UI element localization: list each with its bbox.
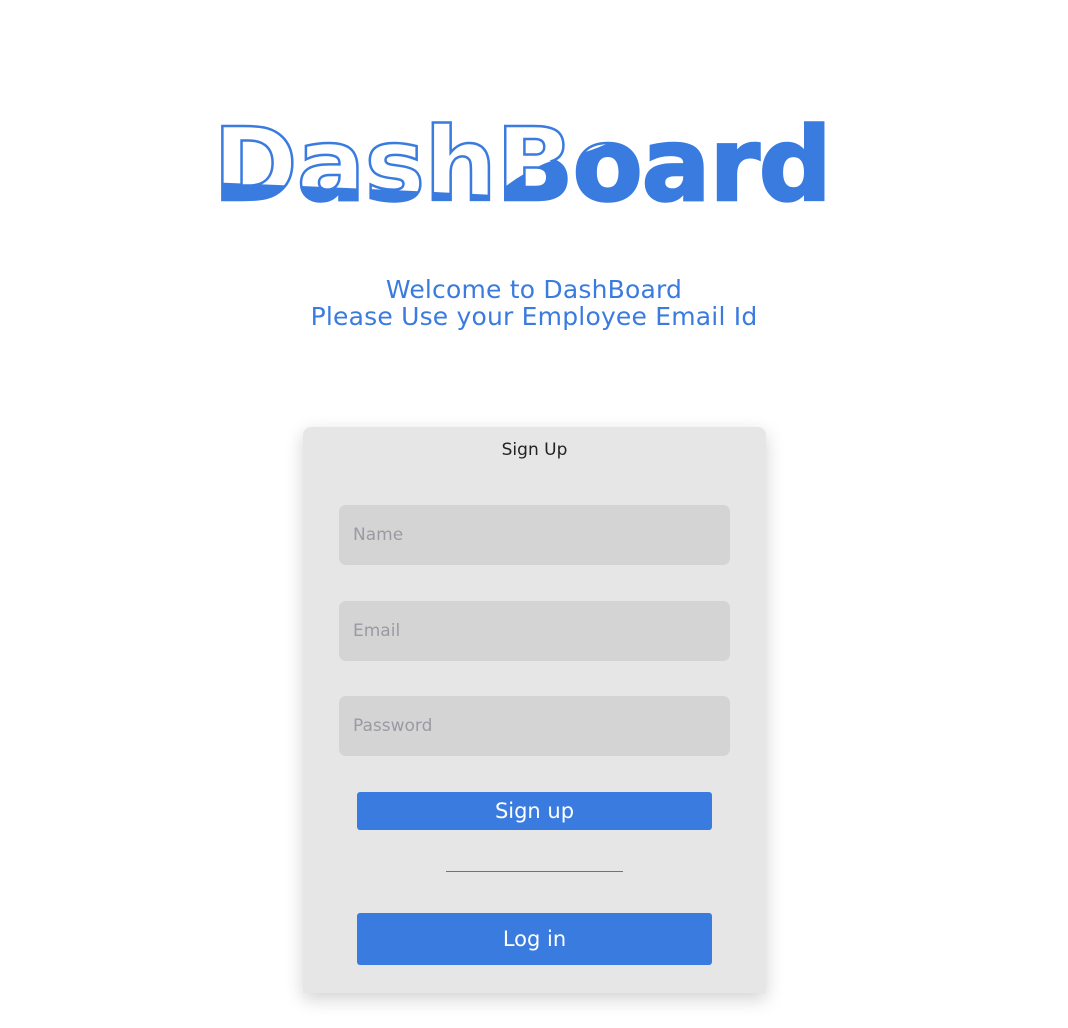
signup-card: Sign Up Sign up Log in — [303, 427, 766, 993]
login-page: DashBoard DashBoard Welcome to DashBoard… — [0, 0, 1068, 1028]
password-input[interactable] — [339, 696, 730, 756]
divider-line — [446, 871, 623, 872]
name-input[interactable] — [339, 505, 730, 565]
welcome-subheading: Please Use your Employee Email Id — [310, 302, 758, 331]
dashboard-logo: DashBoard DashBoard — [212, 105, 825, 225]
email-input[interactable] — [339, 601, 730, 661]
welcome-heading: Welcome to DashBoard — [385, 275, 683, 304]
welcome-message: Welcome to DashBoard Please Use your Emp… — [0, 276, 1068, 330]
signup-button[interactable]: Sign up — [357, 792, 712, 830]
card-title: Sign Up — [501, 440, 568, 460]
login-button[interactable]: Log in — [357, 913, 712, 965]
